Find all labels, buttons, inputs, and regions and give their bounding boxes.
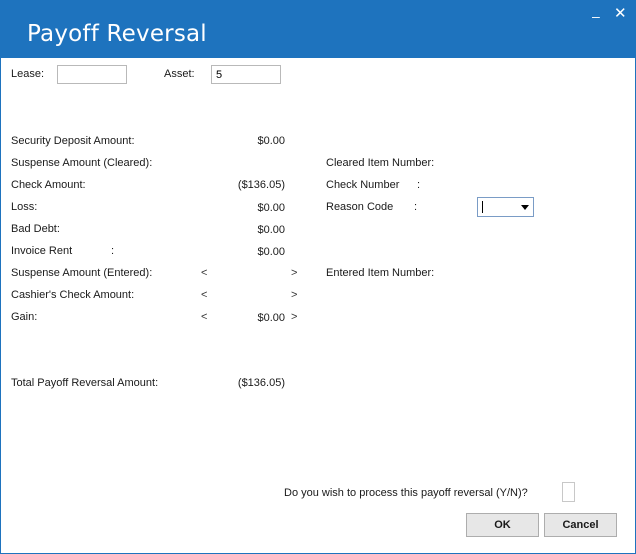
invoice-rent-colon: : <box>111 245 115 257</box>
text-cursor <box>482 201 483 213</box>
cashiers-check-label: Cashier's Check Amount: <box>11 289 135 301</box>
total-payoff-value: ($136.05) <box>237 377 285 389</box>
suspense-cleared-label: Suspense Amount (Cleared): <box>11 157 153 169</box>
title-bar: Payoff Reversal – ✕ <box>1 1 635 58</box>
reason-code-select[interactable] <box>477 197 534 217</box>
chevron-down-icon[interactable] <box>521 205 529 210</box>
gain-value[interactable]: $0.00 <box>257 312 285 324</box>
security-deposit-label: Security Deposit Amount: <box>11 135 135 147</box>
check-amount-label: Check Amount: <box>11 179 86 191</box>
lease-label: Lease: <box>11 68 45 80</box>
gain-prev-button[interactable]: < <box>201 311 207 323</box>
asset-input[interactable] <box>211 65 281 84</box>
total-payoff-label: Total Payoff Reversal Amount: <box>11 377 159 389</box>
entered-item-label: Entered Item Number: <box>326 267 435 279</box>
confirm-yn-input[interactable] <box>562 482 575 502</box>
suspense-entered-prev-button[interactable]: < <box>201 267 207 279</box>
cancel-button[interactable]: Cancel <box>544 513 617 537</box>
gain-next-button[interactable]: > <box>291 311 297 323</box>
ok-button[interactable]: OK <box>466 513 539 537</box>
reason-code-label: Reason Code <box>326 201 394 213</box>
reason-code-colon: : <box>414 201 418 213</box>
gain-label: Gain: <box>11 311 38 323</box>
cashiers-check-next-button[interactable]: > <box>291 289 297 301</box>
loss-value: $0.00 <box>257 202 285 214</box>
invoice-rent-value: $0.00 <box>257 246 285 258</box>
asset-label: Asset: <box>164 68 195 80</box>
bad-debt-value: $0.00 <box>257 224 285 236</box>
close-icon[interactable]: ✕ <box>614 6 627 21</box>
confirm-question: Do you wish to process this payoff rever… <box>284 487 528 499</box>
suspense-entered-label: Suspense Amount (Entered): <box>11 267 153 279</box>
check-number-colon: : <box>417 179 421 191</box>
cleared-item-label: Cleared Item Number: <box>326 157 435 169</box>
invoice-rent-label: Invoice Rent <box>11 245 73 257</box>
minimize-icon[interactable]: – <box>592 9 600 23</box>
check-number-label: Check Number <box>326 179 400 191</box>
lease-input[interactable] <box>57 65 127 84</box>
bad-debt-label: Bad Debt: <box>11 223 60 235</box>
window-title: Payoff Reversal <box>27 21 207 47</box>
suspense-entered-next-button[interactable]: > <box>291 267 297 279</box>
check-amount-value: ($136.05) <box>237 179 285 191</box>
cashiers-check-prev-button[interactable]: < <box>201 289 207 301</box>
loss-label: Loss: <box>11 201 38 213</box>
security-deposit-value: $0.00 <box>257 135 285 147</box>
